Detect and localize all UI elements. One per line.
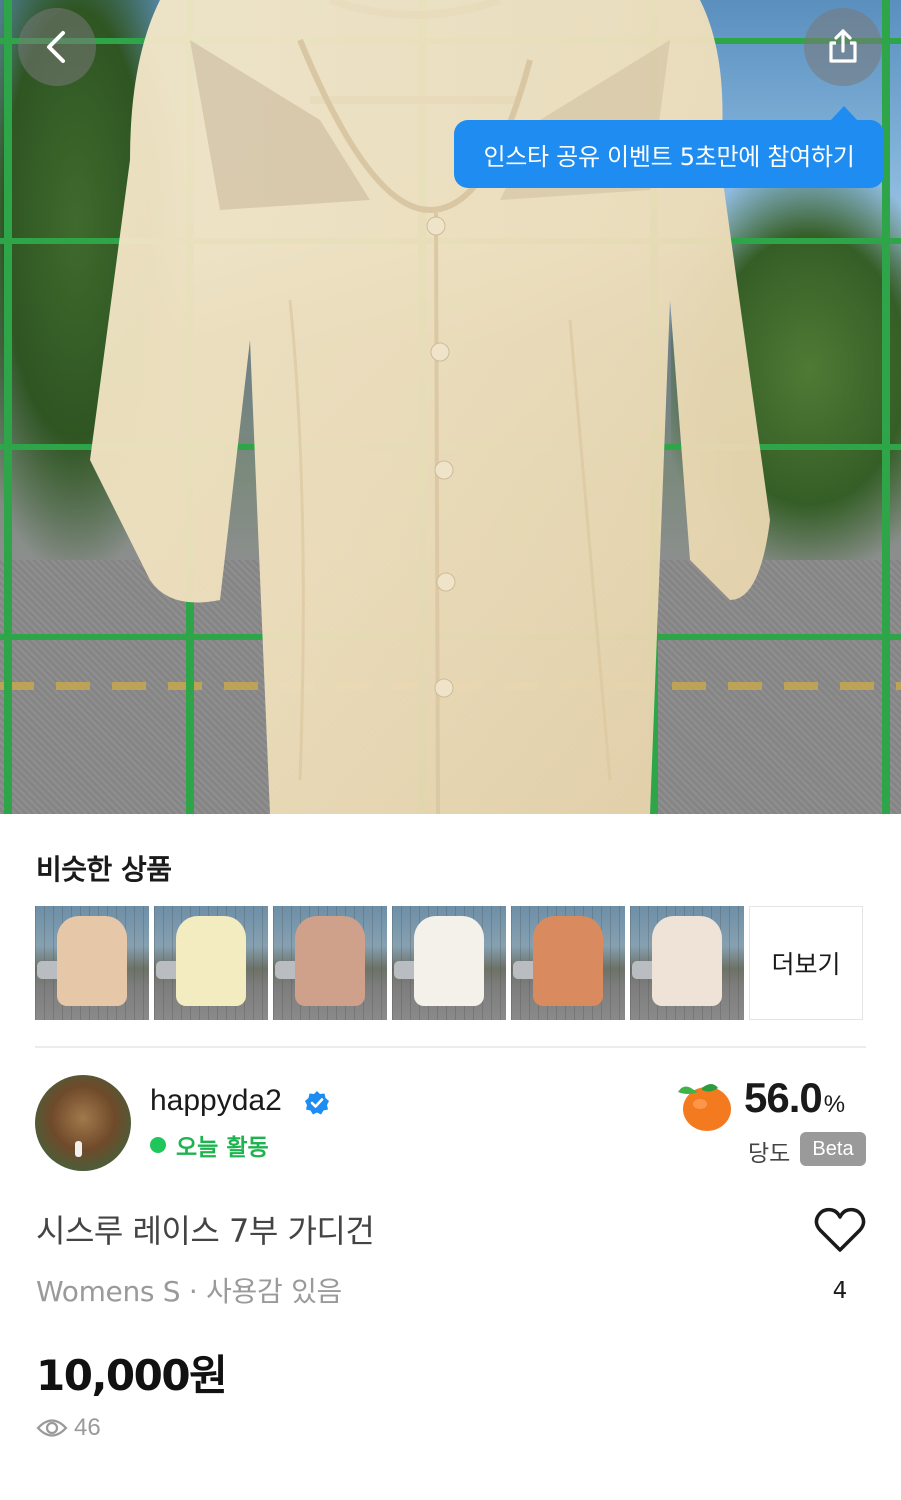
sweetness-label: 당도 <box>748 1141 791 1167</box>
fence-bar <box>4 0 12 814</box>
more-similar-button[interactable]: 더보기 <box>749 906 863 1020</box>
active-dot-icon <box>150 1137 166 1153</box>
like-count: 4 <box>832 1278 848 1304</box>
tooltip-text: 인스타 공유 이벤트 5초만에 참여하기 <box>483 142 855 171</box>
seller-username[interactable]: happyda2 <box>150 1084 282 1118</box>
back-button[interactable] <box>18 8 96 86</box>
sweetness-unit: % <box>823 1091 845 1118</box>
similar-products-title: 비슷한 상품 <box>36 853 172 886</box>
product-image[interactable]: 인스타 공유 이벤트 5초만에 참여하기 <box>0 0 901 814</box>
verified-badge-icon <box>305 1091 329 1115</box>
similar-product-thumb[interactable] <box>630 906 744 1020</box>
seller-avatar[interactable] <box>35 1075 131 1171</box>
heart-icon[interactable] <box>814 1206 866 1254</box>
share-event-tooltip[interactable]: 인스타 공유 이벤트 5초만에 참여하기 <box>454 106 884 188</box>
chevron-left-icon <box>47 31 65 63</box>
fence-bar <box>882 0 890 814</box>
garment-shape <box>57 916 127 1006</box>
product-price: 10,000원 <box>36 1351 228 1400</box>
view-count: 46 <box>36 1414 101 1442</box>
similar-product-thumb[interactable] <box>35 906 149 1020</box>
avatar-figure <box>75 1141 82 1157</box>
persimmon-icon <box>678 1084 731 1131</box>
beta-badge: Beta <box>800 1132 866 1166</box>
garment-shape <box>652 916 722 1006</box>
garment-shape <box>176 916 246 1006</box>
garment-shape <box>533 916 603 1006</box>
view-count-value: 46 <box>74 1414 101 1441</box>
similar-product-thumb[interactable] <box>154 906 268 1020</box>
share-button[interactable] <box>804 8 882 86</box>
sweetness-number: 56.0 <box>744 1074 823 1121</box>
share-icon <box>829 29 857 63</box>
similar-product-thumb[interactable] <box>273 906 387 1020</box>
garment-shape <box>414 916 484 1006</box>
similar-product-thumb[interactable] <box>392 906 506 1020</box>
sweetness-score: 56.0% <box>744 1074 845 1122</box>
more-label: 더보기 <box>771 950 841 979</box>
product-title: 시스루 레이스 7부 가디건 <box>36 1212 375 1250</box>
similar-products-list: 더보기 <box>35 906 863 1020</box>
garment-shape <box>295 916 365 1006</box>
eye-icon <box>36 1419 68 1437</box>
seller-activity-status: 오늘 활동 <box>150 1128 269 1162</box>
product-meta: Womens S · 사용감 있음 <box>36 1275 342 1308</box>
similar-product-thumb[interactable] <box>511 906 625 1020</box>
divider <box>35 1046 866 1048</box>
activity-label: 오늘 활동 <box>176 1135 269 1161</box>
